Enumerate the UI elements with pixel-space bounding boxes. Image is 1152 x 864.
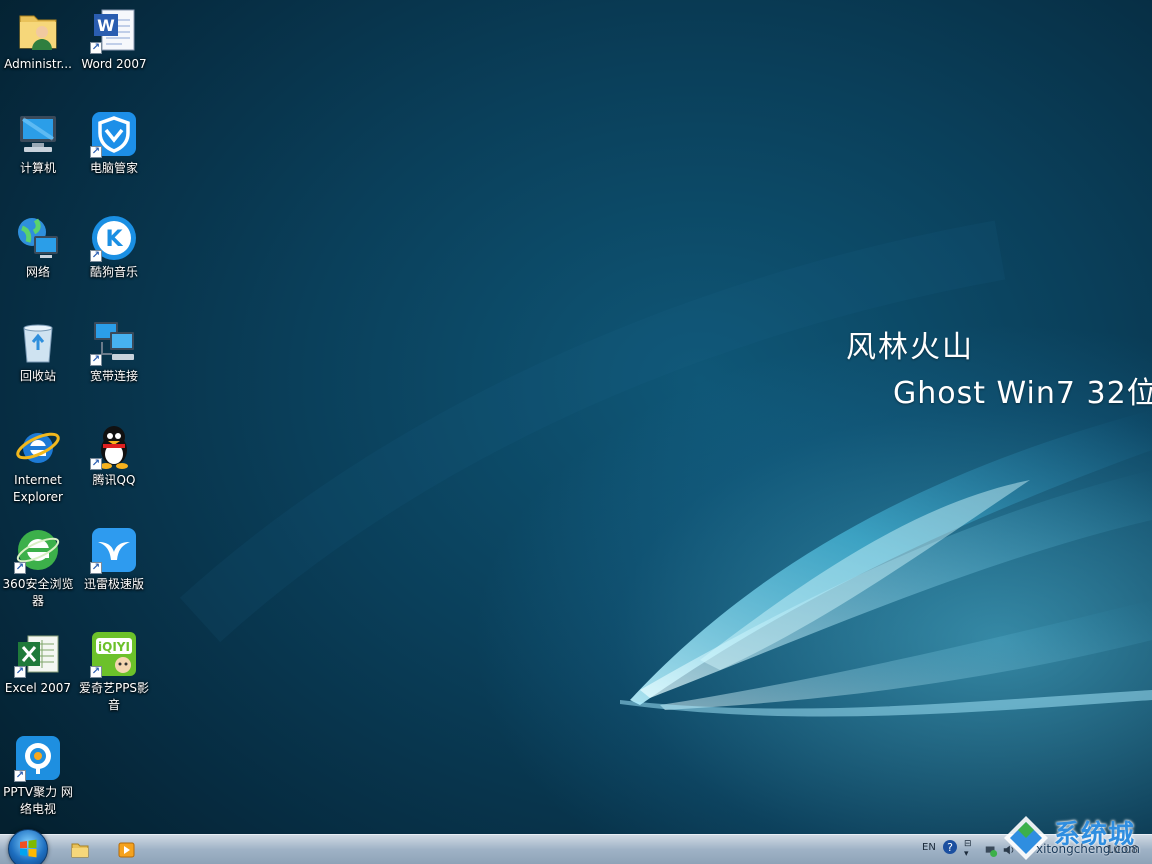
desktop-icon-pptv[interactable]: ↗ PPTV聚力 网络电视 (0, 730, 76, 818)
desktop-icon-360-browser[interactable]: ↗ 360安全浏览器 (0, 522, 76, 610)
ie-icon (14, 422, 62, 470)
desktop-icon-network[interactable]: 网络 (0, 210, 76, 281)
desktop-icon-label: 360安全浏览器 (2, 577, 74, 608)
chevron-down-icon[interactable]: ⊟ ▾ (964, 839, 972, 859)
desktop-icon-computer[interactable]: 计算机 (0, 106, 76, 177)
taskbar: EN ? ⊟ ▾ 10:08 (0, 829, 1152, 864)
iqiyi-icon: iQIYI ↗ (90, 630, 138, 678)
desktop-icon-pc-manager[interactable]: ↗ 电脑管家 (76, 106, 152, 177)
watermark: 系统城 xitongcheng.com (998, 812, 1152, 864)
recycle-bin-icon (14, 318, 62, 366)
svg-text:W: W (97, 16, 115, 35)
computer-icon (14, 110, 62, 158)
shortcut-arrow-icon: ↗ (90, 354, 102, 366)
brand-title: 风林火山 (846, 330, 974, 365)
desktop-icon-label: Word 2007 (81, 57, 147, 71)
watermark-url: xitongcheng.com (1036, 842, 1140, 856)
desktop-icon-label: Internet Explorer (13, 473, 63, 504)
shortcut-arrow-icon: ↗ (90, 562, 102, 574)
shortcut-arrow-icon: ↗ (90, 146, 102, 158)
desktop-icon-broadband[interactable]: ↗ 宽带连接 (76, 314, 152, 385)
brand-subtitle: Ghost Win7 32位 (893, 376, 1152, 411)
desktop-icon-label: 爱奇艺PPS影音 (78, 681, 150, 712)
desktop-icon-label: 网络 (25, 265, 50, 279)
shortcut-arrow-icon: ↗ (90, 458, 102, 470)
shortcut-arrow-icon: ↗ (14, 562, 26, 574)
excel-icon: ↗ (14, 630, 62, 678)
desktop-icon-internet-explorer[interactable]: Internet Explorer (0, 418, 76, 506)
shortcut-arrow-icon: ↗ (14, 770, 26, 782)
shortcut-arrow-icon: ↗ (14, 666, 26, 678)
desktop-icon-label: Excel 2007 (4, 681, 72, 695)
user-folder-icon (14, 6, 62, 54)
pptv-icon: ↗ (14, 734, 62, 782)
desktop-icon-kugou[interactable]: K ↗ 酷狗音乐 (76, 210, 152, 281)
windows-logo-icon (20, 839, 37, 858)
kugou-icon: K ↗ (90, 214, 138, 262)
desktop-icon-label: 计算机 (19, 161, 56, 175)
xunlei-icon: ↗ (90, 526, 138, 574)
desktop-icon-label: 电脑管家 (89, 161, 138, 175)
desktop-icon-label: PPTV聚力 网络电视 (3, 785, 73, 816)
tencent-pc-manager-icon: ↗ (90, 110, 138, 158)
help-icon[interactable]: ? (942, 839, 958, 858)
taskbar-explorer-button[interactable] (66, 838, 94, 862)
desktop-icon-recycle-bin[interactable]: 回收站 (0, 314, 76, 385)
word-icon: W ↗ (90, 6, 138, 54)
360-browser-icon: ↗ (14, 526, 62, 574)
desktop-icon-word[interactable]: W ↗ Word 2007 (76, 2, 152, 73)
media-player-icon (118, 842, 135, 858)
desktop[interactable]: 风林火山 Ghost Win7 32位 Administr... 计算机 网络 … (0, 0, 1152, 864)
desktop-icon-label: 酷狗音乐 (89, 265, 138, 279)
desktop-icon-label: 腾讯QQ (92, 473, 136, 487)
network-icon (14, 214, 62, 262)
desktop-icon-xunlei[interactable]: ↗ 迅雷极速版 (76, 522, 152, 593)
desktop-icon-qq[interactable]: ↗ 腾讯QQ (76, 418, 152, 489)
desktop-icon-administrator[interactable]: Administr... (0, 2, 76, 73)
shortcut-arrow-icon: ↗ (90, 666, 102, 678)
watermark-logo-icon (1004, 816, 1048, 860)
desktop-icon-label: 迅雷极速版 (83, 577, 144, 591)
svg-text:iQIYI: iQIYI (98, 640, 130, 654)
svg-text:?: ? (947, 841, 953, 854)
shortcut-arrow-icon: ↗ (90, 42, 102, 54)
language-indicator[interactable]: EN (922, 842, 936, 853)
desktop-icon-label: Administr... (4, 57, 72, 71)
svg-text:K: K (105, 227, 123, 252)
start-button[interactable] (8, 829, 48, 864)
shortcut-arrow-icon: ↗ (90, 250, 102, 262)
folder-icon (71, 843, 89, 858)
taskbar-media-player-button[interactable] (112, 838, 140, 862)
broadband-icon: ↗ (90, 318, 138, 366)
desktop-icon-iqiyi[interactable]: iQIYI ↗ 爱奇艺PPS影音 (76, 626, 152, 714)
network-tray-icon[interactable] (984, 843, 998, 860)
desktop-icon-label: 回收站 (19, 369, 56, 383)
desktop-icon-excel[interactable]: ↗ Excel 2007 (0, 626, 76, 697)
wallpaper-swoosh (179, 220, 1152, 717)
qq-icon: ↗ (90, 422, 138, 470)
desktop-icon-label: 宽带连接 (89, 369, 138, 383)
